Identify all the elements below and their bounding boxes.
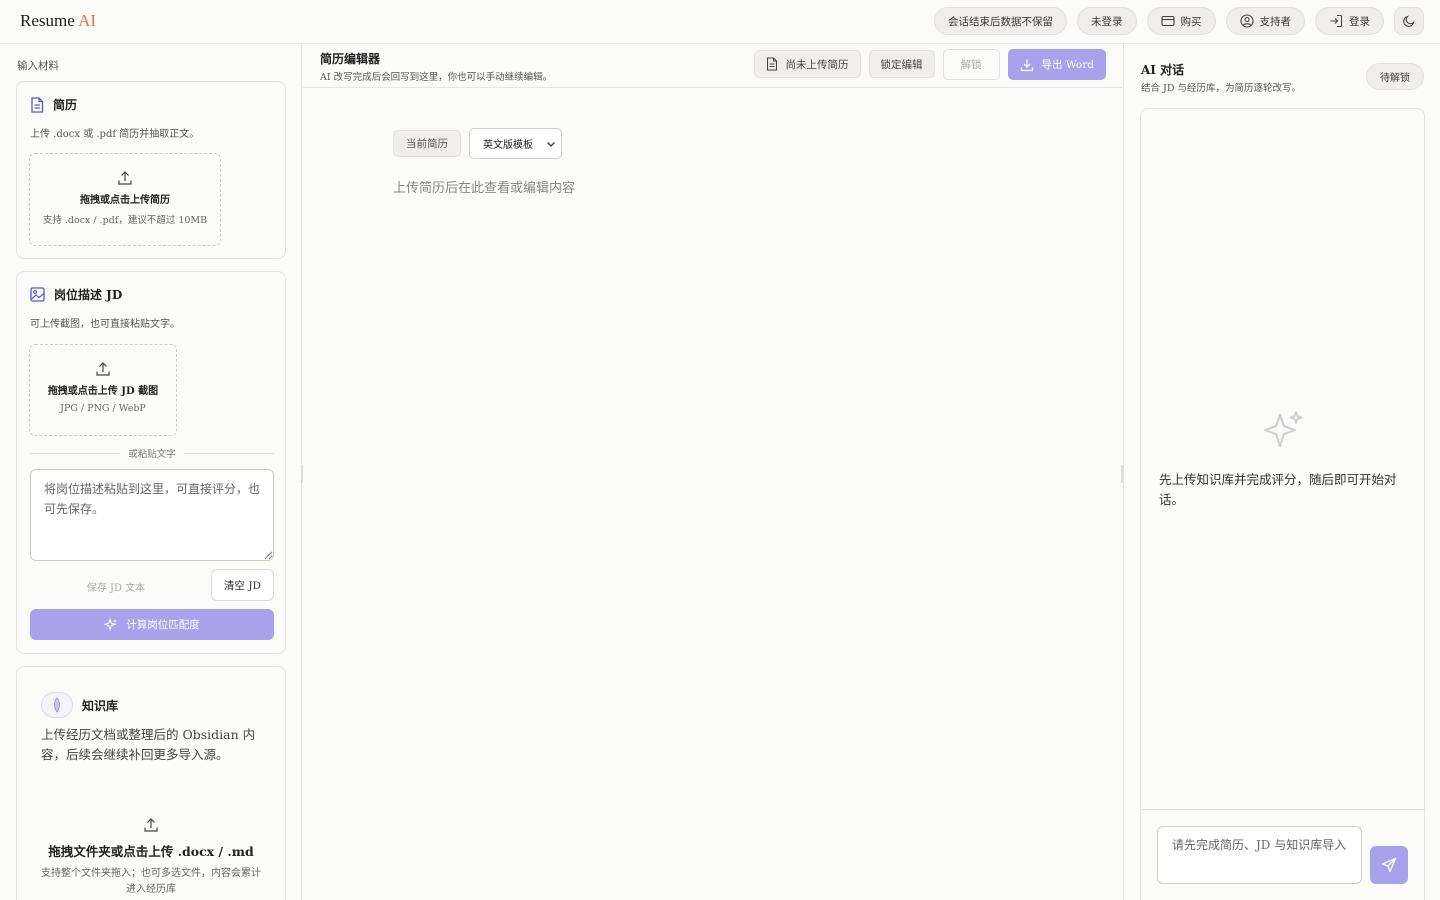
jd-card-title: 岗位描述 JD — [30, 286, 122, 303]
resume-editor-panel: 简历编辑器 AI 改写完成后会回写到这里，你也可以手动继续编辑。 尚未上传简历 … — [303, 44, 1122, 900]
supporter-label: 支持者 — [1259, 15, 1292, 28]
chat-subtitle: 结合 JD 与经历库，为简历逐轮改写。 — [1141, 83, 1301, 94]
lock-edit-label: 锁定编辑 — [880, 58, 923, 71]
jd-card: 岗位描述 JD 可上传截图，也可直接粘贴文字。 拖拽或点击上传 JD 截图 JP… — [16, 271, 286, 654]
resume-drop-hint: 支持 .docx / .pdf，建议不超过 10MB — [42, 215, 208, 226]
user-icon — [1239, 14, 1254, 28]
brand-accent: AI — [78, 11, 97, 30]
brand-name: Resume — [20, 11, 75, 30]
send-button[interactable] — [1370, 846, 1408, 884]
editor-header: 简历编辑器 AI 改写完成后会回写到这里，你也可以手动继续编辑。 尚未上传简历 … — [303, 44, 1122, 88]
jd-desc: 可上传截图，也可直接粘贴文字。 — [30, 319, 180, 330]
login-icon — [1330, 14, 1343, 28]
session-note-label: 会话结束后数据不保留 — [948, 15, 1053, 28]
chat-input-area: 请先完成简历、JD 与知识库导入 — [1141, 809, 1426, 900]
knowledge-base-card: 知识库 上传经历文档或整理后的 Obsidian 内容，后续会继续补回更多导入源… — [16, 666, 286, 900]
template-select-value: 英文版模板 — [483, 140, 533, 151]
brand-logo[interactable]: Resume AI — [20, 11, 96, 31]
resume-status-button[interactable]: 尚未上传简历 — [753, 50, 861, 78]
current-resume-label: 当前简历 — [406, 138, 448, 150]
jd-drop-hint: JPG / PNG / WebP — [60, 403, 146, 414]
chat-status-badge: 待解锁 — [1366, 63, 1424, 90]
editor-subtitle: AI 改写完成后会回写到这里，你也可以手动继续编辑。 — [320, 72, 553, 83]
knowledge-icon — [41, 692, 73, 718]
calculate-match-label: 计算岗位匹配度 — [126, 619, 200, 631]
unlock-button[interactable]: 解锁 — [942, 49, 1000, 80]
login-label: 登录 — [1349, 15, 1370, 28]
calculate-match-button[interactable]: 计算岗位匹配度 — [30, 609, 274, 640]
resume-card-title: 简历 — [30, 96, 77, 113]
kb-drop-title: 拖拽文件夹或点击上传 .docx / .md — [48, 844, 254, 859]
kb-dropzone[interactable]: 拖拽文件夹或点击上传 .docx / .md 支持整个文件夹拖入；也可多选文件，… — [17, 817, 285, 898]
moon-icon — [1403, 15, 1415, 27]
resume-card: 简历 上传 .docx 或 .pdf 简历并抽取正文。 拖拽或点击上传简历 支持… — [16, 81, 286, 259]
theme-toggle-button[interactable] — [1394, 7, 1424, 35]
kb-desc: 上传经历文档或整理后的 Obsidian 内容，后续会继续补回更多导入源。 — [41, 727, 256, 762]
template-select[interactable]: 英文版模板 — [469, 128, 562, 159]
resume-status-label: 尚未上传简历 — [785, 58, 849, 71]
login-button[interactable]: 登录 — [1315, 7, 1384, 35]
unlock-label: 解锁 — [960, 59, 982, 71]
top-bar: Resume AI 会话结束后数据不保留 未登录 购买 支持者 登录 — [0, 0, 1440, 44]
jd-dropzone[interactable]: 拖拽或点击上传 JD 截图 JPG / PNG / WebP — [29, 344, 177, 436]
upload-icon — [96, 362, 110, 376]
export-word-label: 导出 Word — [1041, 59, 1094, 71]
jd-textarea[interactable] — [30, 469, 274, 561]
paste-divider-label: 或粘贴文字 — [128, 449, 176, 460]
session-note-badge[interactable]: 会话结束后数据不保留 — [934, 7, 1067, 35]
editor-actions: 尚未上传简历 锁定编辑 解锁 导出 Word — [753, 49, 1106, 80]
upload-icon — [118, 171, 132, 185]
editor-title: 简历编辑器 — [320, 52, 381, 66]
supporter-button[interactable]: 支持者 — [1225, 7, 1305, 35]
send-icon — [1381, 857, 1397, 873]
current-resume-tab[interactable]: 当前简历 — [393, 130, 461, 157]
login-status-label: 未登录 — [1091, 15, 1123, 28]
resume-desc: 上传 .docx 或 .pdf 简历并抽取正文。 — [30, 129, 200, 140]
sparkle-icon — [1263, 411, 1303, 448]
input-materials-panel: 输入材料 简历 上传 .docx 或 .pdf 简历并抽取正文。 拖拽或点击上传… — [0, 44, 302, 900]
clear-jd-button[interactable]: 清空 JD — [211, 569, 274, 601]
document-icon — [31, 96, 44, 113]
image-icon — [30, 287, 45, 302]
download-icon — [1020, 59, 1033, 71]
upload-icon — [144, 818, 158, 832]
kb-drop-hint: 支持整个文件夹拖入；也可多选文件，内容会累计进入经历库 — [41, 868, 261, 895]
chevron-down-icon — [547, 142, 555, 147]
save-jd-button[interactable]: 保存 JD 文本 — [30, 571, 202, 601]
resume-drop-title: 拖拽或点击上传简历 — [80, 195, 170, 206]
buy-label: 购买 — [1180, 15, 1202, 28]
chat-status-label: 待解锁 — [1380, 73, 1410, 84]
kb-title: 知识库 — [82, 698, 119, 713]
save-jd-label: 保存 JD 文本 — [86, 582, 146, 594]
top-actions: 会话结束后数据不保留 未登录 购买 支持者 登录 — [934, 7, 1424, 35]
paste-divider: 或粘贴文字 — [30, 447, 274, 460]
ai-chat-panel: AI 对话 结合 JD 与经历库，为简历逐轮改写。 待解锁 先上传知识库并完成评… — [1123, 44, 1440, 900]
editor-placeholder[interactable]: 上传简历后在此查看或编辑内容 — [393, 177, 575, 196]
resume-dropzone[interactable]: 拖拽或点击上传简历 支持 .docx / .pdf，建议不超过 10MB — [29, 153, 221, 246]
resume-title: 简历 — [53, 98, 78, 112]
kb-card-title: 知识库 — [41, 692, 118, 718]
chat-input[interactable]: 请先完成简历、JD 与知识库导入 — [1157, 826, 1362, 884]
buy-button[interactable]: 购买 — [1146, 7, 1216, 35]
sparkle-icon — [104, 617, 118, 631]
jd-title: 岗位描述 JD — [54, 288, 123, 302]
clear-jd-label: 清空 JD — [224, 579, 261, 592]
login-status-badge[interactable]: 未登录 — [1077, 7, 1137, 35]
card-icon — [1160, 15, 1175, 27]
chat-empty-text: 先上传知识库并完成评分，随后即可开始对话。 — [1159, 472, 1397, 507]
chat-title: AI 对话 — [1141, 63, 1185, 77]
lock-edit-button[interactable]: 锁定编辑 — [868, 50, 935, 78]
document-icon — [766, 57, 777, 71]
chat-box: 先上传知识库并完成评分，随后即可开始对话。 请先完成简历、JD 与知识库导入 — [1140, 108, 1426, 900]
export-word-button[interactable]: 导出 Word — [1007, 49, 1106, 80]
jd-drop-title: 拖拽或点击上传 JD 截图 — [47, 386, 159, 397]
section-label: 输入材料 — [17, 60, 59, 72]
